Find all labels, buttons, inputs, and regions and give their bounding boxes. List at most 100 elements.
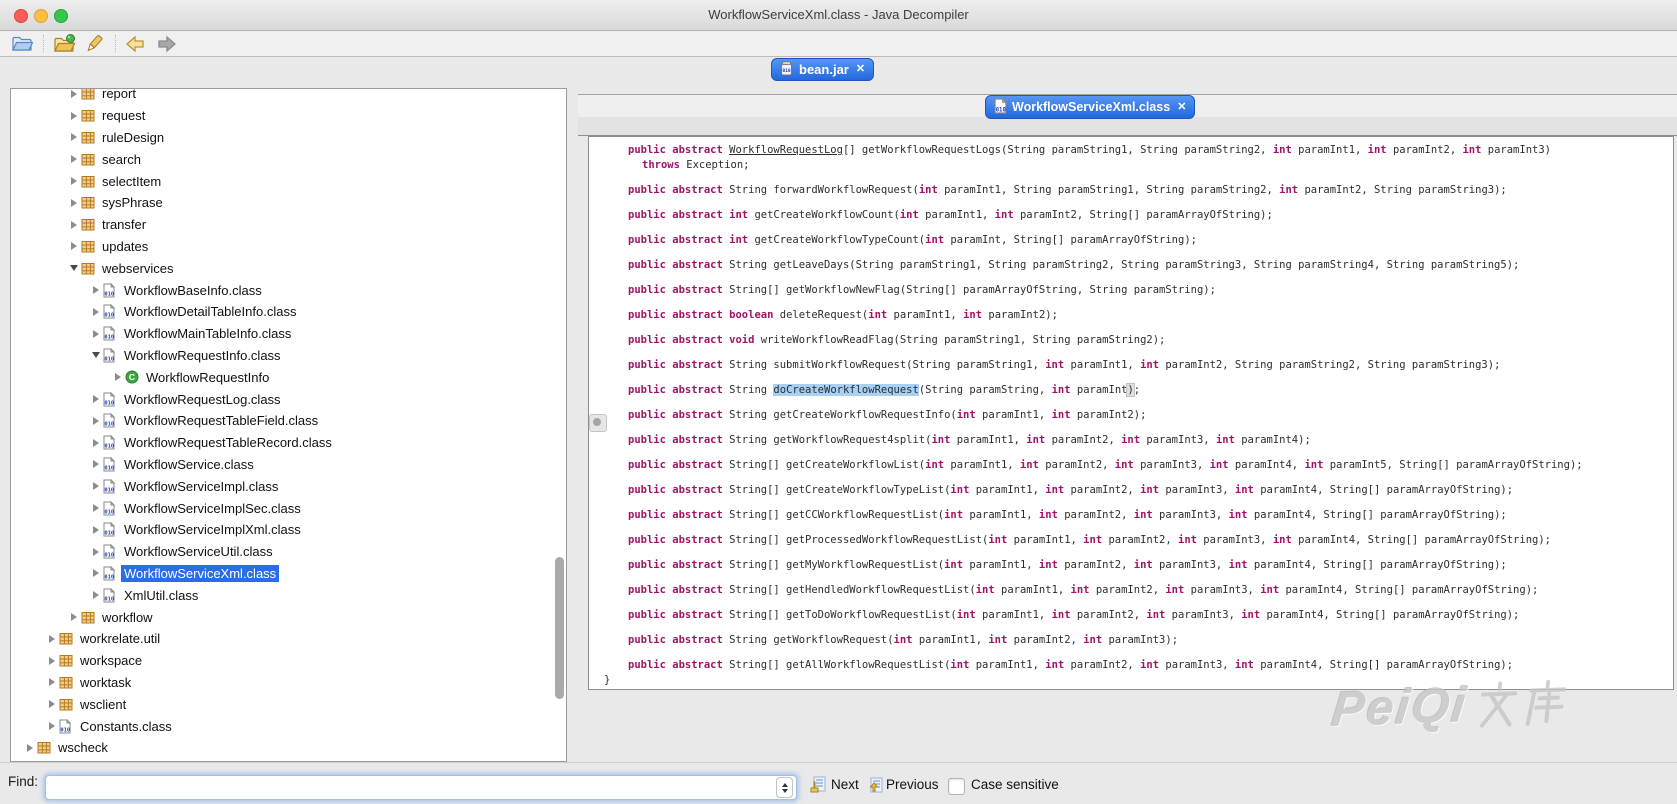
disclosure-arrow[interactable]	[45, 722, 59, 730]
tree-item[interactable]: ruleDesign	[11, 127, 566, 149]
disclosure-arrow[interactable]	[89, 352, 103, 358]
disclosure-arrow[interactable]	[89, 417, 103, 425]
case-sensitive-label[interactable]: Case sensitive	[971, 777, 1059, 792]
disclosure-arrow[interactable]	[89, 591, 103, 599]
disclosure-arrow[interactable]	[89, 569, 103, 577]
splitter-handle[interactable]	[589, 414, 607, 432]
disclosure-arrow[interactable]	[67, 265, 81, 271]
package-tree-panel[interactable]: report request ruleDesignsearchselectItems…	[10, 88, 567, 762]
disclosure-arrow[interactable]	[67, 112, 81, 120]
disclosure-arrow[interactable]	[45, 700, 59, 708]
code-editor[interactable]: public abstract WorkflowRequestLog[] get…	[589, 137, 1673, 688]
tree-item[interactable]: request	[11, 105, 566, 127]
close-icon[interactable]: ✕	[856, 64, 865, 75]
tree-item[interactable]: 010WorkflowServiceImplXml.class	[11, 519, 566, 541]
tree-item[interactable]: 010Constants.class	[11, 715, 566, 737]
watermark: PeiQi	[1329, 674, 1572, 739]
disclosure-arrow[interactable]	[67, 221, 81, 229]
find-history-stepper[interactable]	[776, 777, 793, 798]
tree-item[interactable]: transfer	[11, 214, 566, 236]
tree-item[interactable]: 010WorkflowRequestTableField.class	[11, 410, 566, 432]
disclosure-arrow[interactable]	[67, 199, 81, 207]
tree-item-label: WorkflowRequestLog.class	[121, 391, 284, 408]
tree-item[interactable]: sysPhrase	[11, 192, 566, 214]
tree-item[interactable]: 010XmlUtil.class	[11, 584, 566, 606]
open-type-icon[interactable]	[52, 33, 76, 55]
back-icon[interactable]	[124, 33, 148, 55]
disclosure-arrow[interactable]	[45, 635, 59, 643]
forward-icon[interactable]	[154, 33, 178, 55]
tree-item[interactable]: webservices	[11, 257, 566, 279]
svg-text:010: 010	[104, 400, 114, 406]
open-file-icon[interactable]	[10, 33, 34, 55]
type-link[interactable]: WorkflowRequestLog	[729, 144, 843, 156]
tree-item[interactable]: 010WorkflowMainTableInfo.class	[11, 323, 566, 345]
find-next-button[interactable]: Next	[831, 777, 859, 792]
tree-item[interactable]: worktask	[11, 672, 566, 694]
find-previous-button[interactable]: Previous	[886, 777, 939, 792]
find-input[interactable]	[45, 775, 797, 800]
tree-item[interactable]: wscheck	[11, 737, 566, 759]
disclosure-arrow[interactable]	[67, 133, 81, 141]
tree-item[interactable]: 010WorkflowServiceImplSec.class	[11, 497, 566, 519]
tree-item[interactable]: 010 WorkflowRequestLog.class	[11, 388, 566, 410]
tree-item[interactable]: wsclient	[11, 693, 566, 715]
tree-item[interactable]: 010WorkflowService.class	[11, 454, 566, 476]
tree-item[interactable]: 010WorkflowServiceXml.class	[11, 563, 566, 585]
tree-item[interactable]: 010WorkflowServiceImpl.class	[11, 475, 566, 497]
tab-workflowservicexml-class[interactable]: 010 WorkflowServiceXml.class ✕	[985, 95, 1195, 119]
tree-item[interactable]: report	[11, 88, 566, 105]
disclosure-arrow[interactable]	[67, 90, 81, 98]
find-previous-icon[interactable]	[867, 776, 883, 794]
disclosure-arrow[interactable]	[89, 308, 103, 316]
disclosure-arrow[interactable]	[89, 504, 103, 512]
code-tab-label: WorkflowServiceXml.class	[1012, 100, 1170, 114]
tree-item[interactable]: 010WorkflowRequestInfo.class	[11, 345, 566, 367]
disclosure-arrow[interactable]	[67, 613, 81, 621]
disclosure-arrow[interactable]	[89, 286, 103, 294]
disclosure-arrow[interactable]	[89, 330, 103, 338]
svg-text:010: 010	[104, 509, 114, 515]
tree-item[interactable]: updates	[11, 236, 566, 258]
disclosure-arrow[interactable]	[89, 482, 103, 490]
disclosure-arrow[interactable]	[111, 373, 125, 381]
tree-item-label: request	[99, 107, 148, 124]
selected-occurrence: doCreateWorkflowRequest	[773, 384, 918, 396]
find-next-icon[interactable]	[810, 776, 826, 794]
disclosure-arrow[interactable]	[67, 155, 81, 163]
disclosure-arrow[interactable]	[89, 548, 103, 556]
disclosure-arrow[interactable]	[89, 526, 103, 534]
tree-scrollbar-thumb[interactable]	[555, 557, 564, 699]
disclosure-arrow[interactable]	[67, 242, 81, 250]
tree-item[interactable]: selectItem	[11, 170, 566, 192]
tree-item[interactable]: CWorkflowRequestInfo	[11, 366, 566, 388]
tree-item[interactable]: 010WorkflowDetailTableInfo.class	[11, 301, 566, 323]
search-icon[interactable]	[82, 33, 106, 55]
close-icon[interactable]: ✕	[1177, 102, 1186, 113]
tree-item[interactable]: workspace	[11, 650, 566, 672]
decompiled-source-panel[interactable]: public abstract WorkflowRequestLog[] get…	[588, 136, 1674, 690]
package-icon	[59, 676, 77, 689]
tab-bean-jar[interactable]: 010 bean.jar ✕	[771, 58, 874, 81]
case-sensitive-checkbox[interactable]	[948, 778, 965, 795]
disclosure-arrow[interactable]	[45, 657, 59, 665]
disclosure-arrow[interactable]	[23, 744, 37, 752]
disclosure-arrow[interactable]	[89, 395, 103, 403]
tree-item[interactable]: search	[11, 148, 566, 170]
disclosure-arrow[interactable]	[89, 439, 103, 447]
tree-item[interactable]: 010WorkflowBaseInfo.class	[11, 279, 566, 301]
code-line: public abstract String[] getWorkflowNewF…	[604, 283, 1667, 298]
disclosure-arrow[interactable]	[89, 460, 103, 468]
disclosure-arrow[interactable]	[67, 177, 81, 185]
code-line: public abstract String submitWorkflowReq…	[604, 358, 1667, 373]
tree-item-label: updates	[99, 238, 151, 255]
tree-item[interactable]: workflow	[11, 606, 566, 628]
tree-item-label: wscheck	[55, 739, 111, 756]
tree-item[interactable]: 010WorkflowRequestTableRecord.class	[11, 432, 566, 454]
tree-item[interactable]: workrelate.util	[11, 628, 566, 650]
disclosure-arrow[interactable]	[45, 678, 59, 686]
tree-item[interactable]: 010WorkflowServiceUtil.class	[11, 541, 566, 563]
find-label: Find:	[8, 774, 38, 789]
classfile-icon: 010	[103, 479, 121, 494]
package-icon	[81, 109, 99, 122]
